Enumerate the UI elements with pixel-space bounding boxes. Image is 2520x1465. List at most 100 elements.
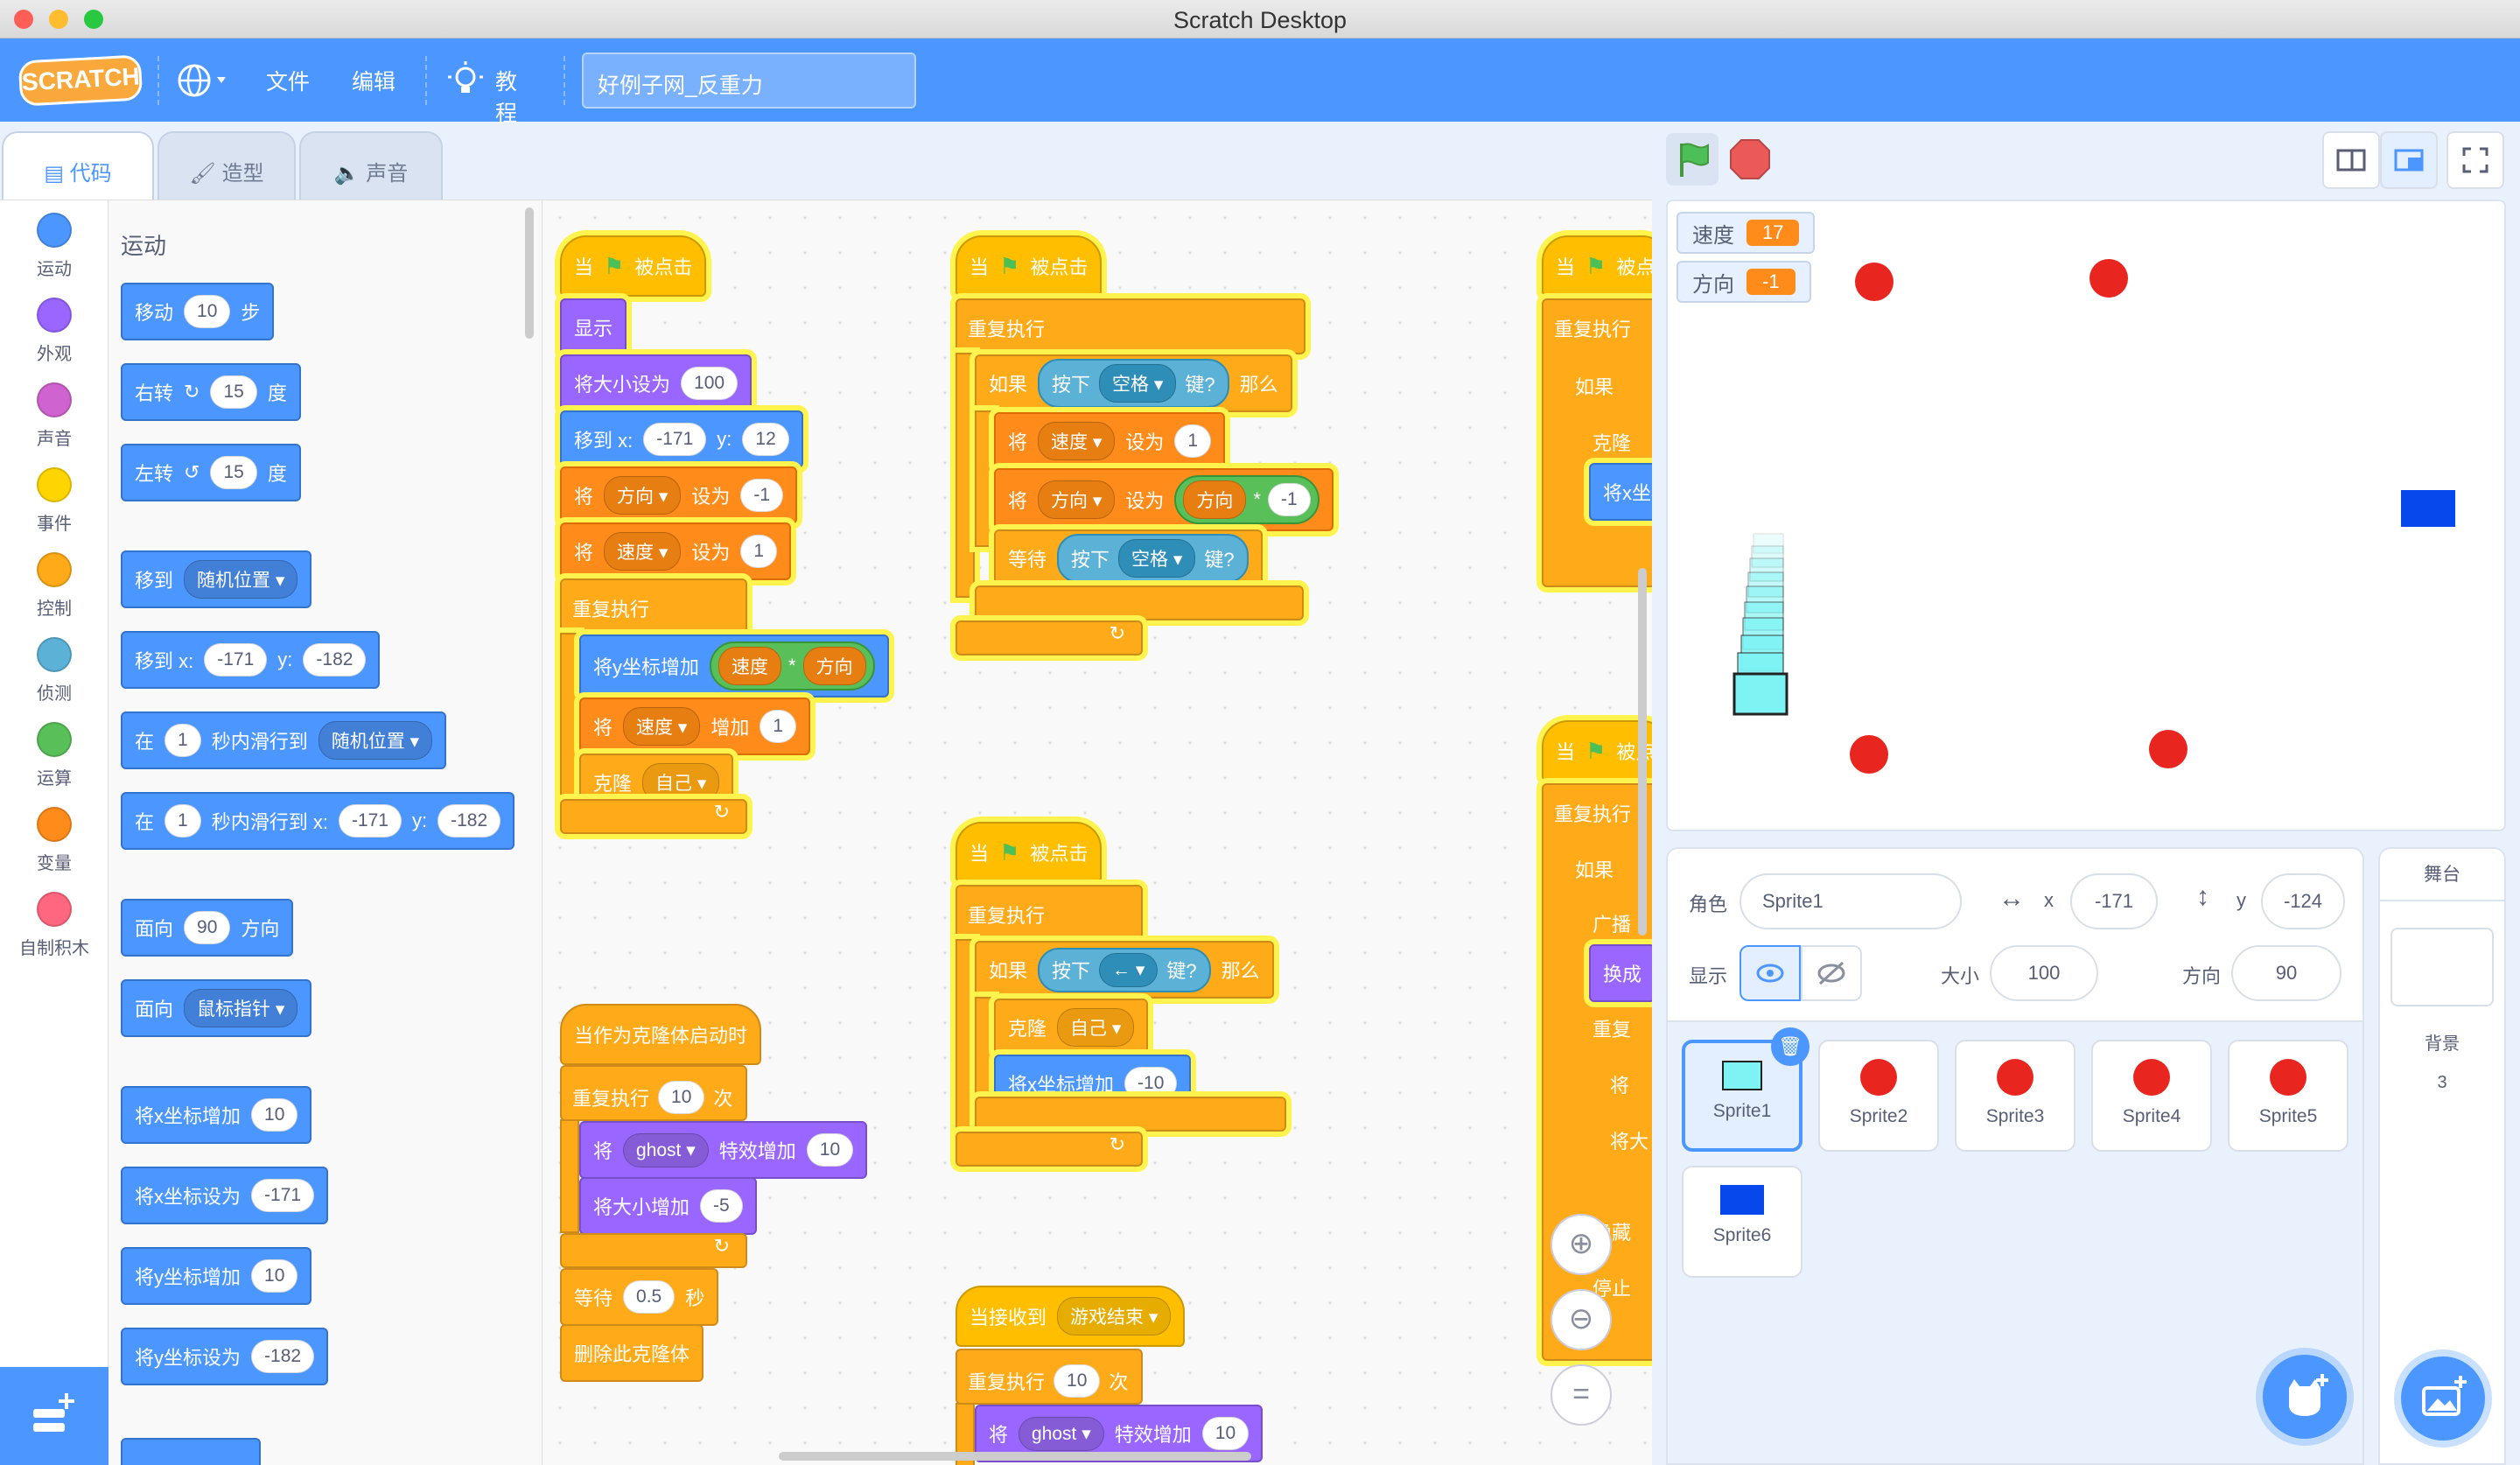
category-control[interactable]: 控制 xyxy=(0,552,108,620)
palette-change-y-block[interactable]: 将y坐标增加 10 xyxy=(121,1247,312,1305)
add-extension-button[interactable] xyxy=(0,1367,108,1465)
script4-forever-arm xyxy=(956,939,975,1132)
script1-change-y-block[interactable]: 将y坐标增加 速度 * 方向 xyxy=(579,634,889,697)
add-sprite-button[interactable] xyxy=(2263,1355,2347,1439)
tab-sounds[interactable]: 🔈 声音 xyxy=(299,131,443,201)
category-events[interactable]: 事件 xyxy=(0,467,108,535)
sprite6-block[interactable] xyxy=(2401,490,2455,527)
palette-goto-block[interactable]: 移到 随机位置 ▾ xyxy=(121,550,312,608)
language-menu[interactable] xyxy=(175,61,231,104)
file-menu[interactable]: 文件 xyxy=(266,65,310,96)
monitor-speed[interactable]: 速度 17 xyxy=(1676,212,1816,254)
sprite-card-sprite2[interactable]: Sprite2 xyxy=(1818,1040,1939,1152)
palette-point-direction-block[interactable]: 面向 90 方向 xyxy=(121,899,294,957)
category-sound[interactable]: 声音 xyxy=(0,382,108,450)
palette-move-block[interactable]: 移动 10 步 xyxy=(121,283,275,340)
sprite4-ball[interactable] xyxy=(1850,735,1888,774)
script-area[interactable]: 当 ⚑ 被点击 显示 将大小设为 100 移到 x: -171 y: 12 将方向 ▾ 设为 -… xyxy=(542,200,1652,1465)
script-horizontal-scrollbar[interactable] xyxy=(779,1452,1251,1461)
script4-clone-block[interactable]: 克隆 自己 ▾ xyxy=(994,999,1149,1056)
zoom-in-button[interactable]: ⊕ xyxy=(1550,1214,1612,1275)
tab-costumes[interactable]: 🖌 造型 xyxy=(158,131,296,201)
script6-hat-partial[interactable]: 当 ⚑ 被点 xyxy=(1542,235,1652,297)
script1-set-direction-block[interactable]: 将方向 ▾ 设为 -1 xyxy=(560,466,798,524)
script4-if-block[interactable]: 如果 按下 ← ▾ 键? 那么 xyxy=(975,941,1274,999)
sprite5-ball[interactable] xyxy=(2149,730,2188,768)
large-stage-button[interactable] xyxy=(2380,131,2438,189)
size-input[interactable]: 100 xyxy=(1990,945,2098,1001)
script1-hat-flag[interactable]: 当 ⚑ 被点击 xyxy=(560,235,707,297)
stage-target-panel[interactable]: 舞台 背景 3 xyxy=(2378,847,2506,1465)
script-vertical-scrollbar[interactable] xyxy=(1638,568,1647,936)
green-flag-button[interactable] xyxy=(1666,133,1718,186)
palette-next-block[interactable] xyxy=(121,1438,261,1465)
tab-code[interactable]: ▤ 代码 xyxy=(2,131,154,201)
zoom-reset-button[interactable]: = xyxy=(1550,1364,1612,1426)
script7-hat-partial[interactable]: 当 ⚑ 被点 xyxy=(1542,720,1652,782)
zoom-out-button[interactable]: ⊖ xyxy=(1550,1289,1612,1350)
x-input[interactable]: -171 xyxy=(2070,873,2158,929)
category-variables[interactable]: 变量 xyxy=(0,807,108,874)
script3-set-direction-block[interactable]: 将方向 ▾ 设为 方向 * -1 xyxy=(994,468,1334,531)
category-looks[interactable]: 外观 xyxy=(0,298,108,365)
project-title-input[interactable]: 好例子网_反重力 xyxy=(582,53,916,109)
edit-menu[interactable]: 编辑 xyxy=(352,65,396,96)
palette-point-towards-block[interactable]: 面向 鼠标指针 ▾ xyxy=(121,979,312,1037)
delete-sprite-button[interactable]: 🗑 xyxy=(1771,1027,1810,1066)
script3-hat-flag[interactable]: 当 ⚑ 被点击 xyxy=(956,235,1102,297)
sprite2-ball[interactable] xyxy=(1855,263,1894,301)
script2-delete-clone-block[interactable]: 删除此克隆体 xyxy=(560,1324,704,1382)
palette-scrollbar[interactable] xyxy=(525,207,534,339)
script1-set-size-block[interactable]: 将大小设为 100 xyxy=(560,354,752,412)
script2-ghost-block[interactable]: 将 ghost ▾ 特效增加 10 xyxy=(579,1121,868,1179)
sprite1-clone-trail[interactable] xyxy=(1712,530,1790,732)
palette-glide-block[interactable]: 在 1 秒内滑行到 随机位置 ▾ xyxy=(121,711,447,769)
sprite-card-sprite3[interactable]: Sprite3 xyxy=(1955,1040,2076,1152)
script1-goto-xy-block[interactable]: 移到 x: -171 y: 12 xyxy=(560,410,803,468)
script3-if-block[interactable]: 如果 按下 空格 ▾ 键? 那么 xyxy=(975,354,1292,412)
small-stage-button[interactable] xyxy=(2322,131,2380,189)
script2-size-change-block[interactable]: 将大小增加 -5 xyxy=(579,1177,757,1235)
sprite-card-sprite5[interactable]: Sprite5 xyxy=(2228,1040,2348,1152)
script2-wait-block[interactable]: 等待 0.5 秒 xyxy=(560,1268,719,1326)
category-motion[interactable]: 运动 xyxy=(0,213,108,280)
category-sensing[interactable]: 侦测 xyxy=(0,637,108,704)
stop-button[interactable] xyxy=(1727,137,1773,186)
script3-set-speed-block[interactable]: 将速度 ▾ 设为 1 xyxy=(994,412,1226,470)
script1-change-speed-block[interactable]: 将速度 ▾ 增加 1 xyxy=(579,697,811,755)
add-backdrop-button[interactable] xyxy=(2401,1356,2485,1440)
category-my-blocks[interactable]: 自制积木 xyxy=(0,892,108,959)
fullscreen-button[interactable] xyxy=(2446,131,2504,189)
palette-turn-right-block[interactable]: 右转 ↻ 15 度 xyxy=(121,363,301,421)
script4-hat-flag[interactable]: 当 ⚑ 被点击 xyxy=(956,822,1102,883)
palette-change-x-block[interactable]: 将x坐标增加 10 xyxy=(121,1086,312,1144)
palette-glide-xy-block[interactable]: 在 1 秒内滑行到 x: -171 y: -182 xyxy=(121,792,515,850)
script7-switch-partial[interactable]: 换成 xyxy=(1589,944,1652,1002)
lightbulb-icon xyxy=(448,61,483,93)
script2-hat-clone-start[interactable]: 当作为克隆体启动时 xyxy=(560,1004,762,1065)
show-visible-button[interactable] xyxy=(1740,945,1801,1001)
backdrop-thumbnail[interactable] xyxy=(2390,928,2494,1006)
sprite-name-input[interactable]: Sprite1 xyxy=(1740,873,1962,929)
sprite5-thumbnail xyxy=(2270,1059,2306,1096)
palette-set-x-block[interactable]: 将x坐标设为 -171 xyxy=(121,1167,329,1224)
direction-input[interactable]: 90 xyxy=(2231,945,2342,1001)
script6-change-x-partial[interactable]: 将x坐标 xyxy=(1589,463,1652,521)
palette-goto-xy-block[interactable]: 移到 x: -171 y: -182 xyxy=(121,631,381,689)
script1-set-speed-block[interactable]: 将速度 ▾ 设为 1 xyxy=(560,522,792,580)
palette-turn-left-block[interactable]: 左转 ↺ 15 度 xyxy=(121,444,301,501)
stage-canvas[interactable]: 速度 17 方向 -1 xyxy=(1666,200,2506,831)
script3-wait-until-block[interactable]: 等待 按下 空格 ▾ 键? xyxy=(994,529,1263,587)
palette-set-y-block[interactable]: 将y坐标设为 -182 xyxy=(121,1328,329,1385)
sprite3-ball[interactable] xyxy=(2090,259,2128,298)
tutorials-menu[interactable]: 教程 xyxy=(446,60,517,126)
sprite-card-sprite4[interactable]: Sprite4 xyxy=(2091,1040,2212,1152)
show-hidden-button[interactable] xyxy=(1801,945,1862,1001)
script1-show-block[interactable]: 显示 xyxy=(560,298,627,356)
scratch-logo[interactable]: SCRATCH xyxy=(18,54,144,107)
sprite-card-sprite6[interactable]: Sprite6 xyxy=(1682,1166,1802,1278)
y-input[interactable]: -124 xyxy=(2261,873,2345,929)
script5-hat-receive[interactable]: 当接收到 游戏结束 ▾ xyxy=(956,1286,1186,1347)
category-operators[interactable]: 运算 xyxy=(0,722,108,789)
monitor-direction[interactable]: 方向 -1 xyxy=(1676,261,1811,303)
